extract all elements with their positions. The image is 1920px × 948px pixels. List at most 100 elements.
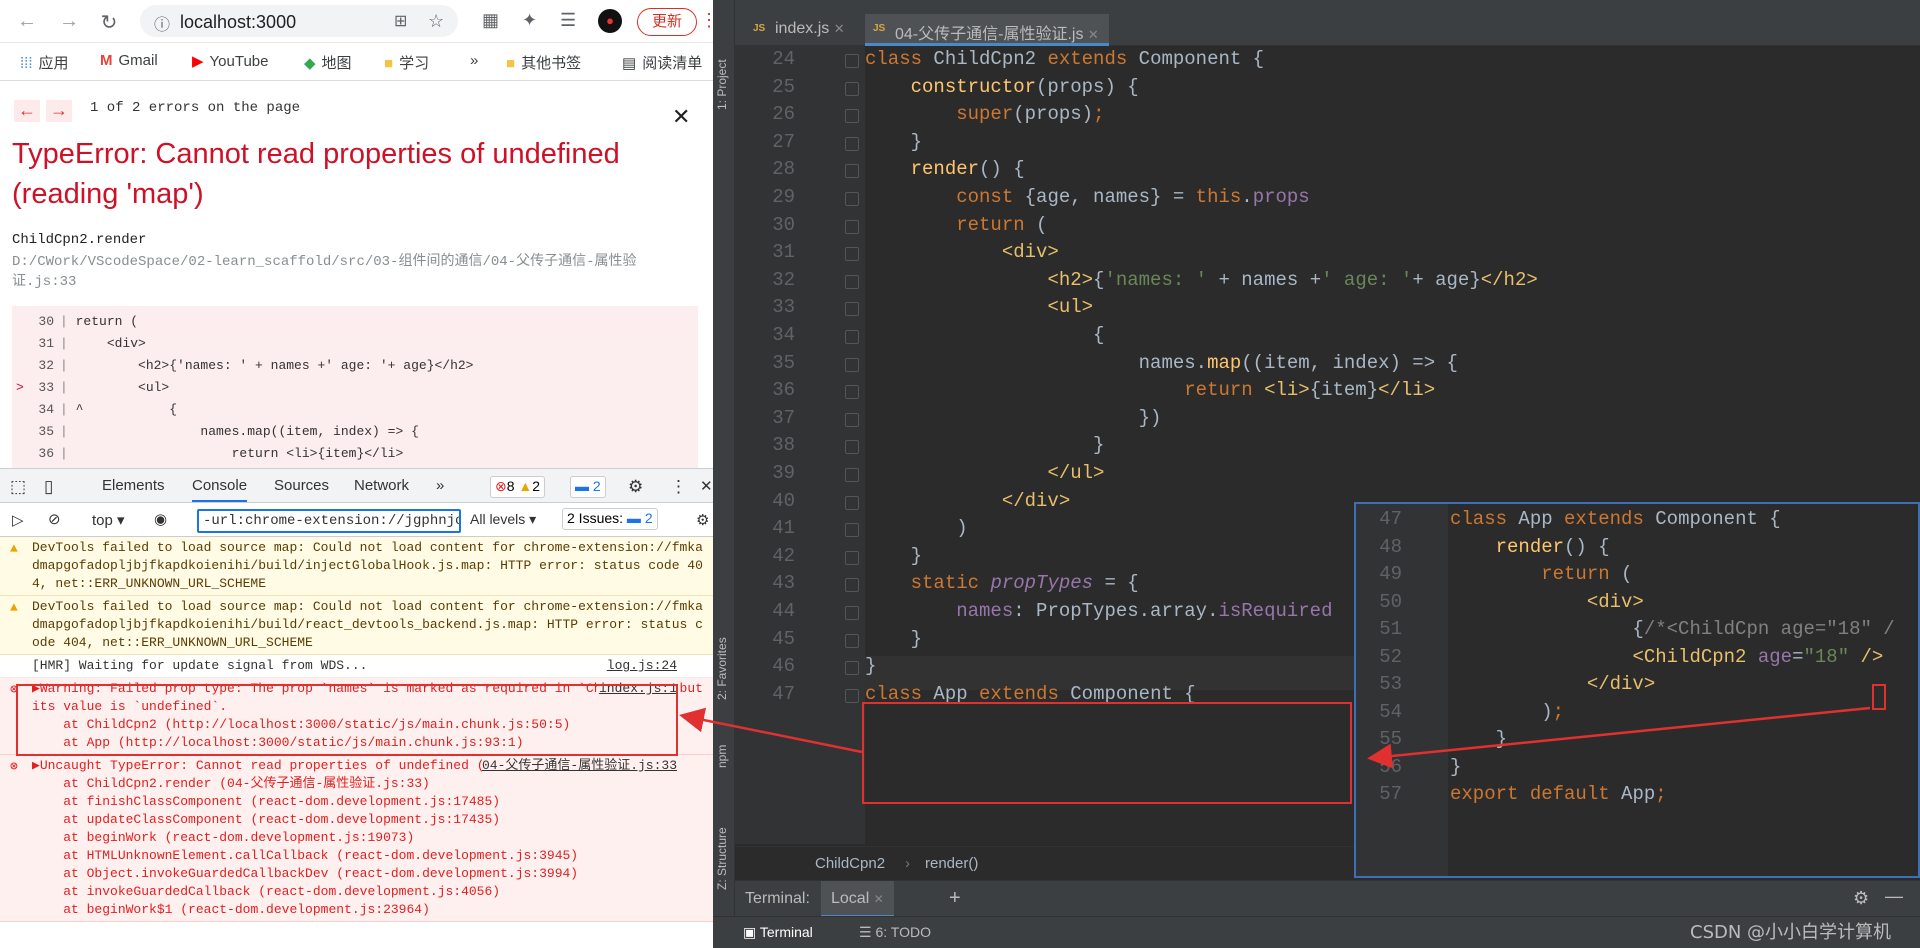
- tab-network[interactable]: Network: [354, 477, 409, 494]
- editor-code-line[interactable]: static propTypes = {: [865, 572, 1139, 594]
- fold-icon[interactable]: [845, 550, 859, 565]
- editor-code-line[interactable]: }: [865, 628, 922, 650]
- editor-code-line[interactable]: <div>: [865, 241, 1059, 263]
- bookmark-folder-study[interactable]: ■ 学习: [384, 52, 429, 73]
- bookmark-folder-other[interactable]: ■ 其他书签: [506, 52, 581, 73]
- fold-icon[interactable]: [845, 247, 859, 262]
- back-icon[interactable]: ←: [14, 10, 40, 33]
- editor-code-line[interactable]: <ul>: [865, 296, 1093, 318]
- fold-icon[interactable]: [845, 633, 859, 648]
- editor-code-line[interactable]: }: [865, 131, 922, 153]
- issues-badge[interactable]: ▬ 2: [570, 476, 606, 498]
- todo-tool-button[interactable]: ☰ 6: TODO: [859, 924, 931, 941]
- editor-code-line[interactable]: <h2>{'names: ' + names +' age: '+ age}</…: [865, 269, 1537, 291]
- console-filter-input[interactable]: -url:chrome-extension://jgphnjokjhj: [197, 509, 461, 533]
- fold-icon[interactable]: [845, 606, 859, 620]
- structure-tool-button[interactable]: Z: Structure: [715, 800, 729, 890]
- settings-gear-icon[interactable]: ⚙: [628, 477, 643, 497]
- context-select[interactable]: top ▾: [92, 511, 125, 529]
- bookmark-overflow[interactable]: »: [470, 52, 478, 69]
- editor-code-line[interactable]: </div>: [865, 490, 1070, 512]
- bookmark-gmail[interactable]: M Gmail: [100, 52, 158, 69]
- sidebar-toggle-icon[interactable]: ▷: [12, 511, 24, 529]
- more-options-icon[interactable]: ⋮: [670, 477, 687, 497]
- editor-code-line[interactable]: }: [865, 545, 922, 567]
- fold-icon[interactable]: [845, 192, 859, 206]
- reload-icon[interactable]: ↻: [96, 10, 122, 35]
- editor-code-line[interactable]: super(props);: [865, 103, 1104, 125]
- fold-icon[interactable]: [845, 219, 859, 234]
- info-icon[interactable]: ⓘ: [154, 11, 170, 35]
- console-message-info[interactable]: [HMR] Waiting for update signal from WDS…: [0, 655, 713, 678]
- bookmark-apps[interactable]: ⁞⁞⁞ 应用: [20, 52, 69, 73]
- device-toggle-icon[interactable]: ▯: [44, 477, 53, 497]
- forward-icon[interactable]: →: [56, 10, 82, 33]
- editor-code-line[interactable]: }): [865, 407, 1162, 429]
- fold-icon[interactable]: [845, 468, 859, 482]
- editor-code-line[interactable]: names: PropTypes.array.isRequired: [865, 600, 1332, 622]
- terminal-tab-local[interactable]: Local ✕: [821, 881, 894, 917]
- tab-active-file[interactable]: JS 04-父传子通信-属性验证.js ✕: [865, 14, 1109, 46]
- editor-code-line[interactable]: class ChildCpn2 extends Component {: [865, 48, 1264, 70]
- clear-console-icon[interactable]: ⊘: [48, 510, 61, 528]
- fold-icon[interactable]: [845, 330, 859, 344]
- extension-icon[interactable]: ▦: [482, 10, 499, 31]
- editor-code-line[interactable]: render() {: [865, 158, 1025, 180]
- issues-button[interactable]: 2 Issues: ▬ 2: [562, 508, 658, 530]
- project-tool-button[interactable]: 1: Project: [715, 20, 729, 110]
- console-message-warn[interactable]: ▲ DevTools failed to load source map: Cou…: [0, 596, 713, 655]
- fold-icon[interactable]: [845, 302, 859, 317]
- editor-code-line[interactable]: constructor(props) {: [865, 76, 1139, 98]
- fold-icon[interactable]: [845, 109, 859, 124]
- message-source-link[interactable]: 04-父传子通信-属性验证.js:33: [481, 757, 677, 775]
- editor-code-line[interactable]: const {age, names} = this.props: [865, 186, 1309, 208]
- editor-code-line[interactable]: }: [865, 434, 1104, 456]
- favorites-tool-button[interactable]: 2: Favorites: [715, 610, 729, 700]
- breadcrumb-class[interactable]: ChildCpn2: [815, 855, 885, 872]
- star-icon[interactable]: ☆: [428, 11, 444, 32]
- fold-icon[interactable]: [845, 412, 859, 427]
- npm-tool-button[interactable]: npm: [715, 728, 729, 768]
- close-tab-icon[interactable]: ✕: [874, 892, 884, 906]
- fold-icon[interactable]: [845, 164, 859, 179]
- console-settings-icon[interactable]: ⚙: [696, 511, 709, 529]
- minimize-icon[interactable]: —: [1885, 886, 1903, 907]
- message-source-link[interactable]: log.js:24: [606, 657, 677, 675]
- tab-elements[interactable]: Elements: [102, 477, 165, 494]
- add-terminal-icon[interactable]: +: [949, 887, 961, 910]
- console-message-err[interactable]: ⊗ ▶Uncaught TypeError: Cannot read proper…: [0, 755, 713, 922]
- bookmark-youtube[interactable]: ▶ YouTube: [192, 52, 269, 70]
- terminal-settings-icon[interactable]: ⚙: [1853, 888, 1869, 909]
- close-tab-icon[interactable]: ✕: [834, 21, 845, 36]
- editor-code-line[interactable]: return (: [865, 214, 1047, 236]
- console-message-warn[interactable]: ▲ DevTools failed to load source map: Cou…: [0, 537, 713, 596]
- tab-console[interactable]: Console: [192, 477, 248, 502]
- editor-code-line[interactable]: ): [865, 517, 967, 539]
- error-warning-badge[interactable]: ⊗8 ▲2: [490, 476, 546, 498]
- puzzle-icon[interactable]: ✦: [522, 10, 537, 31]
- fold-icon[interactable]: [845, 357, 859, 372]
- terminal-tool-button[interactable]: ▣ Terminal: [743, 924, 813, 941]
- tab-index-js[interactable]: JS index.js ✕: [745, 14, 855, 46]
- fold-icon[interactable]: [845, 54, 859, 68]
- close-tab-icon[interactable]: ✕: [1088, 27, 1099, 42]
- prev-error-button[interactable]: ←: [14, 100, 40, 122]
- url-text[interactable]: localhost:3000: [180, 12, 296, 33]
- translate-icon[interactable]: ⊞: [394, 11, 407, 31]
- editor-code-line[interactable]: </ul>: [865, 462, 1104, 484]
- log-levels-select[interactable]: All levels ▾: [470, 511, 536, 528]
- fold-icon[interactable]: [845, 661, 859, 676]
- update-button[interactable]: 更新: [637, 8, 697, 36]
- next-error-button[interactable]: →: [46, 100, 72, 122]
- editor-code-line[interactable]: names.map((item, index) => {: [865, 352, 1458, 374]
- error-file-path[interactable]: D:/CWork/VScodeSpace/02-learn_scaffold/s…: [12, 252, 672, 292]
- profile-avatar[interactable]: ●: [598, 9, 622, 33]
- fold-icon[interactable]: [845, 440, 859, 455]
- fold-icon[interactable]: [845, 274, 859, 289]
- close-icon[interactable]: ✕: [672, 104, 690, 130]
- tab-sources[interactable]: Sources: [274, 477, 329, 494]
- fold-icon[interactable]: [845, 578, 859, 593]
- fold-icon[interactable]: [845, 136, 859, 151]
- tab-overflow[interactable]: »: [436, 477, 444, 494]
- close-devtools-icon[interactable]: ✕: [700, 477, 713, 495]
